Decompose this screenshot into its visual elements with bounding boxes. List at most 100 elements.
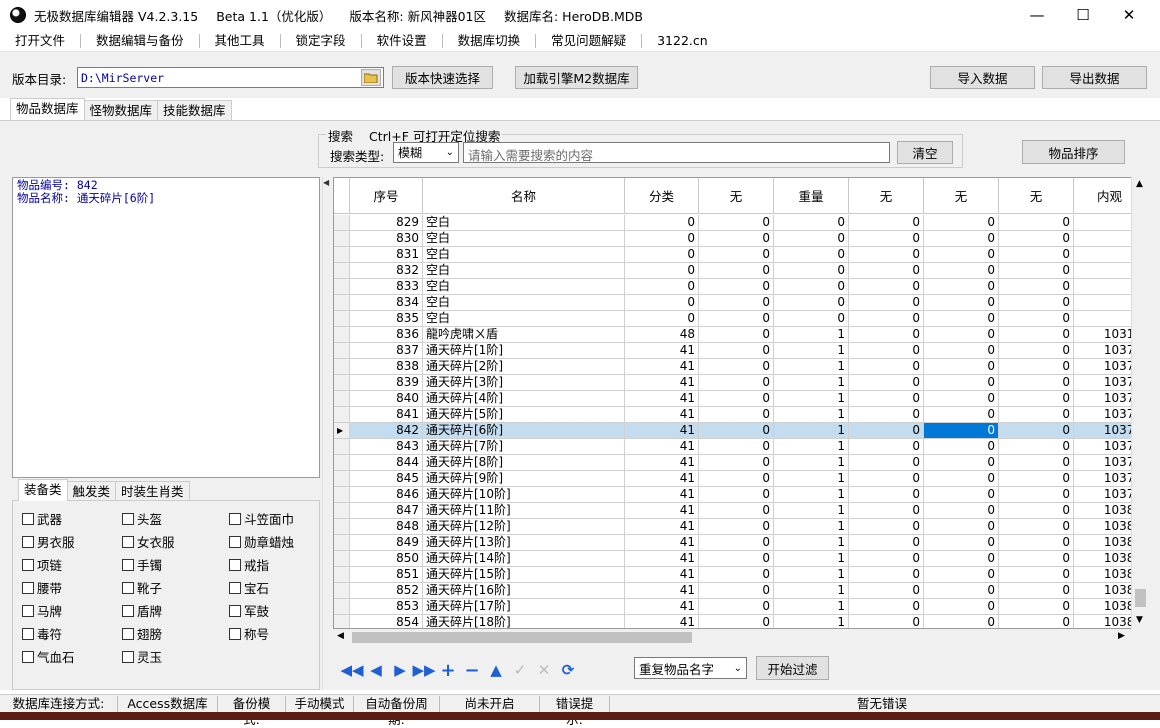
table-cell[interactable]: 0 [999, 247, 1074, 263]
table-cell[interactable]: 41 [625, 583, 699, 599]
category-checkbox[interactable]: 灵玉 [122, 647, 162, 666]
table-row[interactable]: 852 通天碎片[16阶] 41 0 1 0 0 0 10385 [334, 583, 1147, 599]
table-row[interactable]: 830空白0000000 [334, 231, 1147, 247]
tab-skills[interactable]: 技能数据库 [157, 100, 232, 120]
category-checkbox[interactable]: 军鼓 [229, 601, 269, 620]
table-cell[interactable]: 0 [774, 215, 849, 231]
last-record-icon[interactable]: ▶▶ [412, 660, 435, 680]
table-cell[interactable]: 0 [924, 295, 999, 311]
category-checkbox[interactable]: 斗笠面巾 [229, 509, 294, 528]
table-cell[interactable]: 0 [625, 247, 699, 263]
table-cell[interactable]: 0 [699, 343, 774, 359]
table-cell[interactable]: 0 [699, 471, 774, 487]
row-indicator[interactable] [334, 503, 350, 519]
menu-open-file[interactable]: 打开文件 [0, 33, 82, 48]
table-cell[interactable]: 0 [699, 535, 774, 551]
table-row[interactable]: 837 通天碎片[1阶] 41 0 1 0 0 0 10370 [334, 343, 1147, 359]
table-cell[interactable]: 0 [699, 231, 774, 247]
table-cell[interactable]: 通天碎片[9阶] [423, 471, 625, 487]
table-cell[interactable]: 41 [625, 599, 699, 615]
table-cell[interactable]: 0 [699, 295, 774, 311]
table-cell[interactable]: 通天碎片[3阶] [423, 375, 625, 391]
table-cell[interactable]: 0 [625, 263, 699, 279]
table-cell[interactable]: 0 [774, 231, 849, 247]
row-indicator[interactable] [334, 551, 350, 567]
table-cell[interactable]: 0 [849, 391, 924, 407]
scroll-down-icon[interactable]: ▼ [1136, 615, 1143, 625]
row-indicator[interactable] [334, 327, 350, 343]
table-row[interactable]: 838 通天碎片[2阶] 41 0 1 0 0 0 10371 [334, 359, 1147, 375]
category-checkbox[interactable]: 毒符 [22, 624, 62, 643]
table-cell[interactable]: 0 [849, 375, 924, 391]
table-cell[interactable]: 41 [625, 391, 699, 407]
table-cell[interactable]: 0 [999, 375, 1074, 391]
table-cell[interactable]: 1 [774, 583, 849, 599]
category-checkbox[interactable]: 气血石 [22, 647, 75, 666]
table-cell[interactable]: 41 [625, 439, 699, 455]
table-cell[interactable]: 0 [625, 295, 699, 311]
table-cell[interactable]: 0 [999, 455, 1074, 471]
table-cell[interactable]: 0 [999, 615, 1074, 628]
table-cell[interactable]: 0 [999, 519, 1074, 535]
table-cell[interactable]: 0 [625, 231, 699, 247]
table-cell[interactable]: 0 [774, 311, 849, 327]
menu-lock-fields[interactable]: 锁定字段 [281, 33, 362, 48]
table-cell[interactable]: 41 [625, 423, 699, 439]
table-cell[interactable]: 0 [924, 567, 999, 583]
table-cell[interactable]: 0 [999, 567, 1074, 583]
table-cell[interactable]: 0 [999, 535, 1074, 551]
menu-settings[interactable]: 软件设置 [362, 33, 443, 48]
column-header[interactable]: 序号 [350, 178, 423, 214]
table-cell[interactable]: 0 [924, 551, 999, 567]
table-cell[interactable]: 0 [924, 359, 999, 375]
table-cell[interactable]: 1 [774, 615, 849, 628]
table-cell[interactable]: 836 [350, 327, 423, 343]
table-cell[interactable]: 0 [699, 263, 774, 279]
row-indicator[interactable] [334, 439, 350, 455]
filter-button[interactable]: 开始过滤 [756, 656, 829, 680]
table-cell[interactable]: 0 [774, 247, 849, 263]
first-record-icon[interactable]: ◀◀ [340, 660, 363, 680]
table-cell[interactable]: 0 [999, 359, 1074, 375]
checkbox-icon[interactable] [22, 581, 34, 594]
table-cell[interactable]: 1 [774, 551, 849, 567]
column-header[interactable]: 名称 [423, 178, 625, 214]
table-cell[interactable]: 851 [350, 567, 423, 583]
table-cell[interactable]: 41 [625, 455, 699, 471]
export-button[interactable]: 导出数据 [1042, 66, 1147, 89]
category-checkbox[interactable]: 项链 [22, 555, 62, 574]
horizontal-scrollbar[interactable]: ◀ ▶ [334, 629, 1148, 646]
splitter[interactable]: ◀ [322, 177, 331, 689]
table-cell[interactable]: 41 [625, 535, 699, 551]
row-indicator[interactable] [334, 487, 350, 503]
table-row[interactable]: 843 通天碎片[7阶] 41 0 1 0 0 0 10376 [334, 439, 1147, 455]
table-cell[interactable]: 0 [849, 279, 924, 295]
table-cell[interactable]: 41 [625, 615, 699, 628]
table-cell[interactable]: 0 [924, 263, 999, 279]
table-cell[interactable]: 0 [774, 295, 849, 311]
table-cell[interactable]: 0 [849, 487, 924, 503]
table-cell[interactable]: 41 [625, 471, 699, 487]
scroll-thumb[interactable] [1135, 589, 1146, 607]
category-checkbox[interactable]: 手镯 [122, 555, 162, 574]
table-row[interactable]: 836 龍吟虎啸ㄨ盾 48 0 1 0 0 0 10313 [334, 327, 1147, 343]
column-header[interactable]: 无 [699, 178, 774, 214]
table-cell[interactable]: 0 [924, 247, 999, 263]
table-cell[interactable]: 0 [924, 423, 999, 439]
table-row[interactable]: 832空白0000000 [334, 263, 1147, 279]
table-cell[interactable]: 847 [350, 503, 423, 519]
maximize-icon[interactable]: ☐ [1060, 0, 1106, 30]
table-cell[interactable]: 0 [849, 311, 924, 327]
category-checkbox[interactable]: 戒指 [229, 555, 269, 574]
table-cell[interactable]: 0 [849, 231, 924, 247]
table-cell[interactable]: 41 [625, 567, 699, 583]
table-row[interactable]: 853 通天碎片[17阶] 41 0 1 0 0 0 10386 [334, 599, 1147, 615]
row-indicator[interactable] [334, 247, 350, 263]
menu-website[interactable]: 3122.cn [642, 33, 723, 48]
checkbox-icon[interactable] [122, 512, 134, 525]
table-cell[interactable]: 0 [849, 439, 924, 455]
table-cell[interactable]: 0 [699, 359, 774, 375]
search-type-select[interactable]: 模糊 ⌄ [393, 142, 459, 163]
table-cell[interactable]: 0 [849, 615, 924, 628]
scroll-left-icon[interactable]: ◀ [337, 631, 344, 641]
